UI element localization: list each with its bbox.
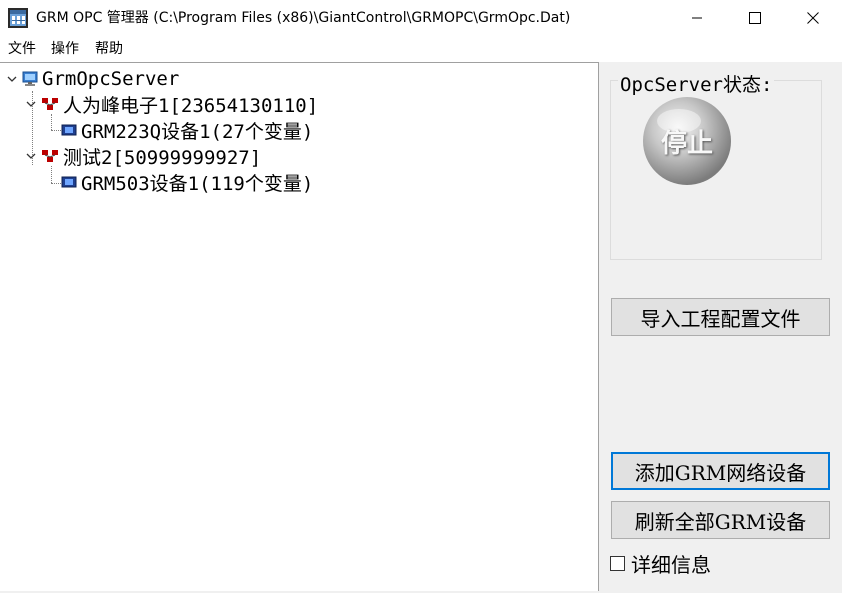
menu-bar: 文件 操作 帮助 [0,36,842,62]
stop-status-indicator: 停止 [641,95,733,187]
tree-group-label: 测试2[50999999927] [63,146,262,169]
menu-operate[interactable]: 操作 [51,40,79,58]
device-icon [61,124,77,136]
network-icon [42,150,58,162]
import-config-button[interactable]: 导入工程配置文件 [611,298,830,336]
maximize-button[interactable] [726,0,784,36]
stop-status-label: 停止 [660,129,713,159]
details-toggle[interactable]: 详细信息 [610,549,711,578]
network-icon [42,98,58,110]
tree-group[interactable]: 人为峰电子1[23654130110] [25,92,319,117]
computer-icon [22,71,38,86]
add-device-button[interactable]: 添加GRM网络设备 [611,452,830,490]
server-tree[interactable]: GrmOpcServer 人为峰电子1[23654130110] GRM223Q… [0,62,599,591]
menu-file[interactable]: 文件 [8,40,36,58]
app-grid-icon[interactable] [8,8,28,28]
details-checkbox[interactable] [610,556,625,571]
tree-group-label: 人为峰电子1[23654130110] [63,94,319,117]
maximize-icon [749,12,761,24]
tree-root[interactable]: GrmOpcServer [6,67,179,91]
refresh-all-button[interactable]: 刷新全部GRM设备 [611,501,830,539]
control-panel: OpcServer状态: 停止 导入工程配置文件 添加GRM网络设备 刷新全部G… [600,62,842,593]
tree-device[interactable]: GRM503设备1(119个变量) [61,170,314,195]
tree-device-label: GRM503设备1(119个变量) [81,172,314,195]
title-bar: GRM OPC 管理器 (C:\Program Files (x86)\Gian… [0,0,842,36]
details-checkbox-label: 详细信息 [631,553,711,577]
tree-group[interactable]: 测试2[50999999927] [25,144,262,169]
close-icon [807,12,819,24]
status-group-title: OpcServer状态: [618,70,775,97]
window-title: GRM OPC 管理器 (C:\Program Files (x86)\Gian… [36,10,571,26]
chevron-down-icon[interactable] [6,73,18,85]
tree-device[interactable]: GRM223Q设备1(27个变量) [61,118,314,143]
tree-root-label: GrmOpcServer [42,68,180,90]
device-icon [61,176,77,188]
chevron-down-icon[interactable] [25,98,37,110]
minimize-button[interactable] [668,0,726,36]
chevron-down-icon[interactable] [25,150,37,162]
menu-help[interactable]: 帮助 [95,40,123,58]
close-button[interactable] [784,0,842,36]
tree-device-label: GRM223Q设备1(27个变量) [81,120,314,143]
minimize-icon [692,17,702,19]
